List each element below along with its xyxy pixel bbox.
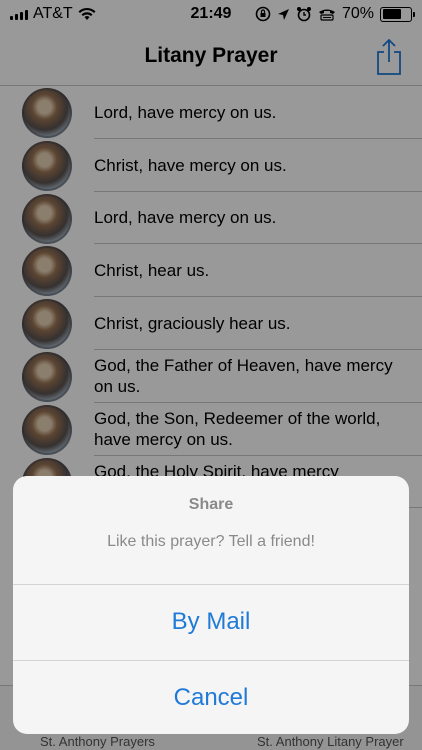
- by-mail-button[interactable]: By Mail: [13, 584, 409, 658]
- sheet-message: Like this prayer? Tell a friend!: [107, 533, 315, 550]
- sheet-title: Share: [188, 496, 234, 513]
- cancel-button[interactable]: Cancel: [13, 660, 409, 734]
- share-action-sheet: Share Like this prayer? Tell a friend! B…: [13, 476, 409, 734]
